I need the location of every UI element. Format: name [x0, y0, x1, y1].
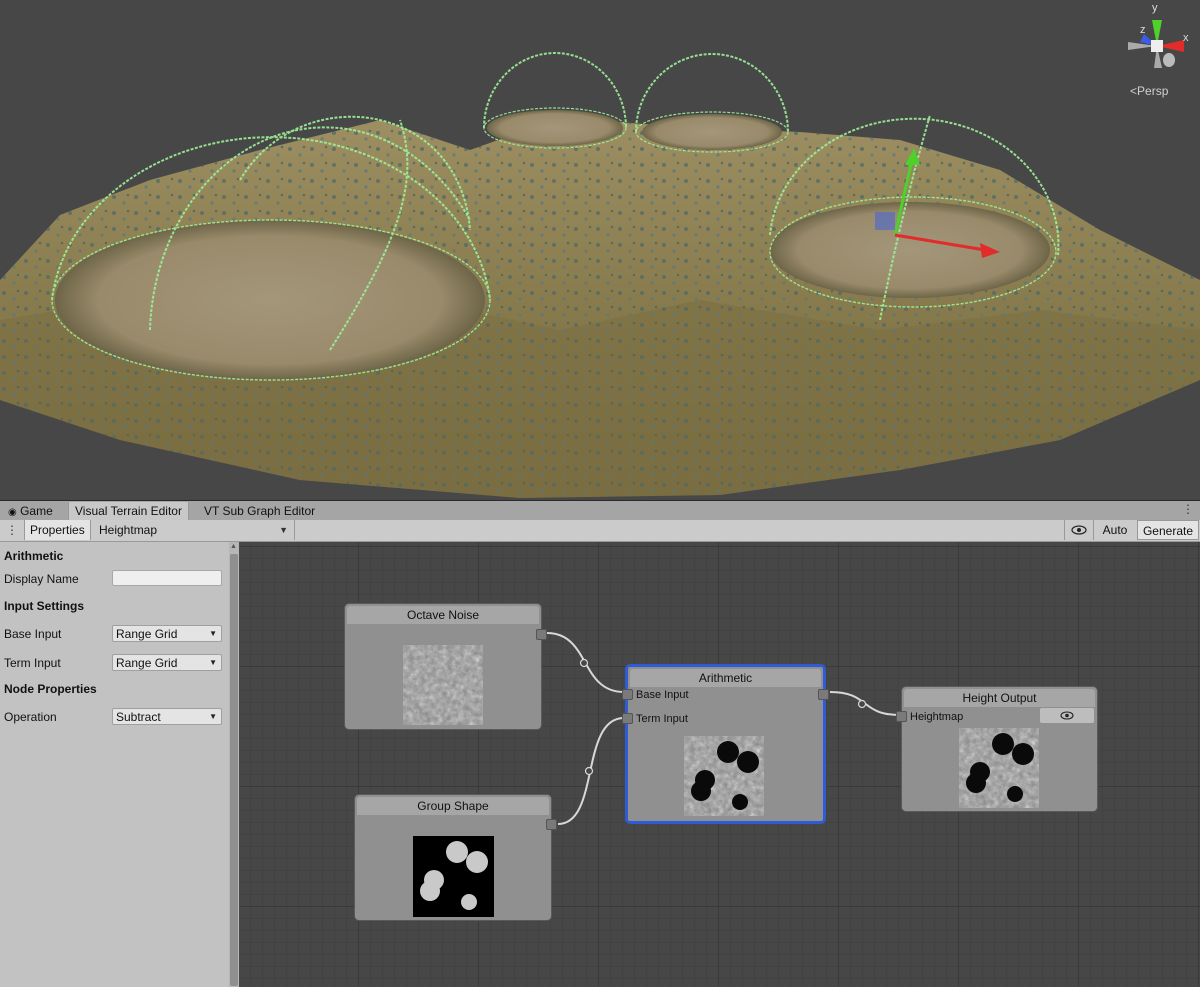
node-title: Octave Noise	[347, 606, 539, 624]
perspective-label: Persp	[1137, 84, 1169, 98]
chevron-down-icon: ▼	[209, 629, 217, 638]
operation-value: Subtract	[116, 710, 161, 724]
scene-view[interactable]: y x z <Persp	[0, 0, 1200, 500]
base-input-dropdown[interactable]: Range Grid ▼	[112, 625, 222, 642]
scroll-up-icon[interactable]: ▲	[230, 543, 237, 550]
wire-reroute-icon	[579, 658, 589, 668]
eye-icon	[1060, 711, 1074, 720]
graph-toolbar: ⋮ Properties Heightmap ▼ Auto Generate	[0, 520, 1200, 542]
term-input-dropdown[interactable]: Range Grid ▼	[112, 654, 222, 671]
graph-dropdown-value: Heightmap	[99, 523, 158, 537]
properties-panel: Arithmetic Display Name Input Settings B…	[0, 542, 229, 987]
chevron-down-icon: ▼	[209, 658, 217, 667]
base-input-port-label: Base Input	[636, 689, 689, 701]
output-port[interactable]	[546, 819, 557, 830]
graph-dropdown[interactable]: Heightmap ▼	[95, 520, 295, 540]
term-input-value: Range Grid	[116, 656, 178, 670]
tab-vt-sub-graph-editor-label: VT Sub Graph Editor	[204, 504, 316, 518]
perspective-toggle[interactable]: <Persp	[1130, 84, 1168, 98]
tab-vt-sub-graph-editor[interactable]: VT Sub Graph Editor	[198, 502, 321, 520]
tab-menu-icon[interactable]: ⋮	[1182, 502, 1194, 516]
editor-tab-bar: ◉ Game Visual Terrain Editor VT Sub Grap…	[0, 500, 1200, 520]
eye-icon	[1071, 525, 1087, 535]
base-input-value: Range Grid	[116, 627, 178, 641]
node-title: Arithmetic	[630, 669, 821, 687]
operation-dropdown[interactable]: Subtract ▼	[112, 708, 222, 725]
node-title: Group Shape	[357, 797, 549, 815]
terrain-render	[0, 52, 1200, 498]
auto-toggle[interactable]: Auto	[1095, 520, 1135, 540]
node-height-output[interactable]: Height Output Heightmap	[896, 686, 1098, 812]
term-input-label: Term Input	[4, 656, 61, 670]
toolbar-menu-icon[interactable]: ⋮	[6, 523, 18, 537]
preview-toggle-button[interactable]	[1064, 520, 1094, 540]
node-octave-noise[interactable]: Octave Noise	[344, 603, 547, 730]
gizmo-z-label: z	[1140, 24, 1146, 36]
node-graph-canvas[interactable]: Octave Noise Group Shape Arithmetic Base…	[240, 542, 1200, 987]
node-properties-header: Node Properties	[4, 682, 97, 696]
gamepad-icon: ◉	[8, 507, 17, 518]
heightmap-input-port[interactable]	[896, 711, 907, 722]
base-input-label: Base Input	[4, 627, 62, 641]
operation-label: Operation	[4, 710, 57, 724]
noise-preview-image	[403, 645, 483, 725]
node-arithmetic[interactable]: Arithmetic Base Input Term Input	[622, 664, 829, 824]
node-group-shape[interactable]: Group Shape	[354, 794, 557, 921]
term-input-port[interactable]	[622, 713, 633, 724]
output-port[interactable]	[818, 689, 829, 700]
input-settings-header: Input Settings	[4, 599, 84, 613]
tab-visual-terrain-editor-label: Visual Terrain Editor	[75, 504, 182, 518]
output-port[interactable]	[536, 629, 547, 640]
gizmo-y-label: y	[1152, 2, 1158, 14]
arithmetic-preview-image	[684, 736, 764, 816]
scrollbar-thumb[interactable]	[230, 554, 238, 986]
tab-visual-terrain-editor[interactable]: Visual Terrain Editor	[68, 502, 189, 520]
tab-game-label: Game	[20, 504, 53, 518]
chevron-down-icon: ▼	[209, 712, 217, 721]
chevron-down-icon: ▼	[279, 525, 288, 535]
tab-game[interactable]: ◉ Game	[2, 502, 59, 520]
properties-toggle-button[interactable]: Properties	[24, 520, 91, 540]
display-name-label: Display Name	[4, 572, 79, 586]
heightmap-port-label: Heightmap	[910, 711, 964, 723]
properties-scrollbar[interactable]: ▲	[229, 542, 239, 987]
display-name-field[interactable]	[112, 570, 222, 586]
node-title: Height Output	[904, 689, 1095, 707]
node-type-header: Arithmetic	[4, 549, 64, 563]
wire-reroute-icon	[857, 699, 867, 709]
term-input-port-label: Term Input	[636, 713, 688, 725]
height-output-preview-image	[959, 728, 1039, 808]
generate-button[interactable]: Generate	[1137, 520, 1199, 540]
orientation-gizmo[interactable]	[1122, 6, 1192, 86]
output-preview-toggle[interactable]	[1040, 708, 1094, 723]
base-input-port[interactable]	[622, 689, 633, 700]
wire-reroute-icon	[584, 766, 594, 776]
gizmo-x-label: x	[1183, 32, 1189, 44]
shape-preview-image	[413, 836, 494, 917]
